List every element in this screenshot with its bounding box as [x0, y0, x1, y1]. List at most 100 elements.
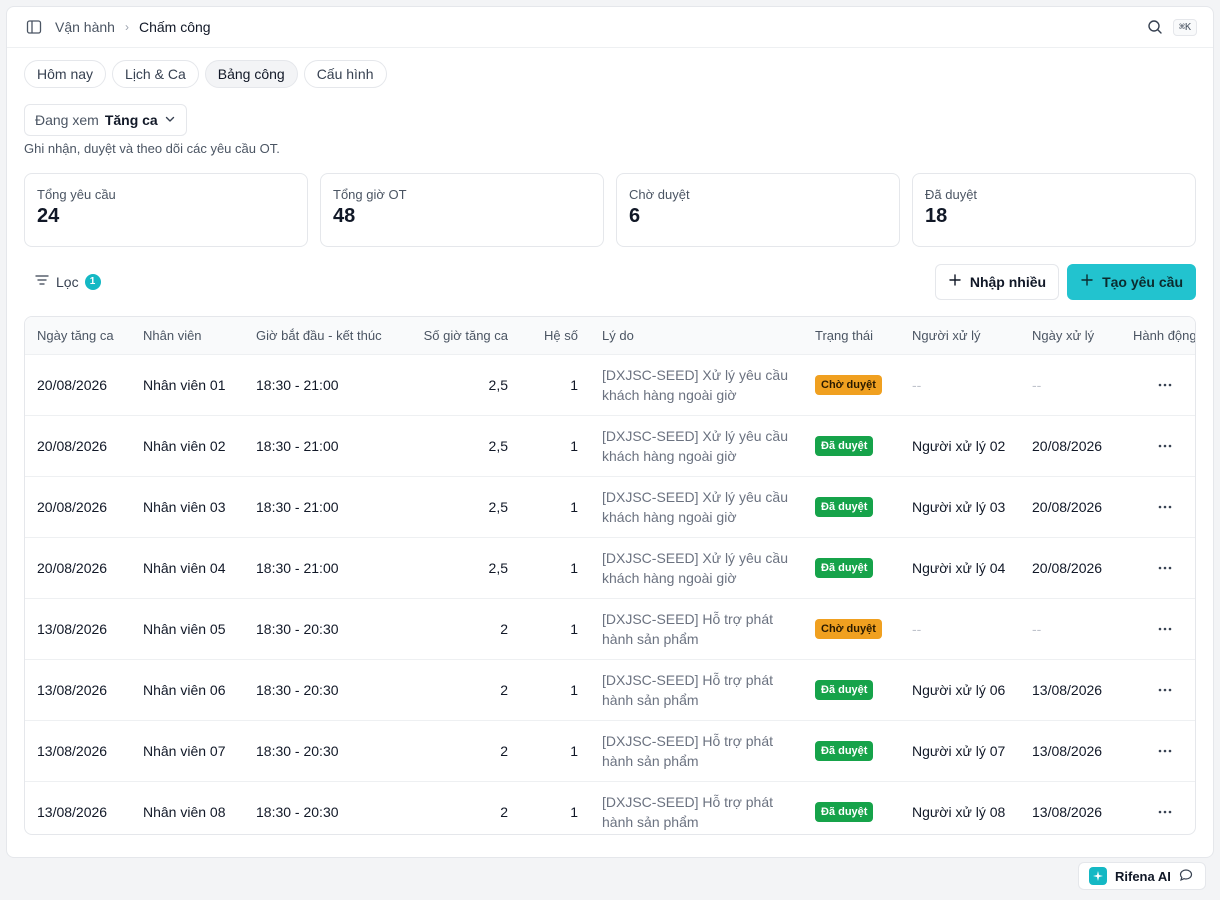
create-request-button[interactable]: Tạo yêu cầu — [1067, 263, 1196, 300]
stat-total-requests: Tổng yêu cầu 24 — [24, 173, 308, 247]
col-time-range[interactable]: Giờ bắt đầu - kết thúc — [244, 317, 402, 355]
col-factor[interactable]: Hệ số — [520, 317, 590, 355]
table-row[interactable]: 13/08/2026 Nhân viên 05 18:30 - 20:30 2 1 [DX… — [25, 598, 1195, 660]
more-horizontal-icon[interactable] — [1155, 680, 1175, 700]
cell-reason: [DXJSC-SEED] Xử lý yêu cầu khách hàng ng… — [590, 354, 803, 416]
more-horizontal-icon[interactable] — [1155, 741, 1175, 761]
more-horizontal-icon[interactable] — [1155, 558, 1175, 578]
table-toolbar: Lọc 1 Nhập nhiều Tạo yêu cầu — [24, 263, 1196, 300]
tab-schedule[interactable]: Lịch & Ca — [112, 60, 199, 88]
cell-status: Chờ duyệt — [803, 354, 900, 416]
import-many-button[interactable]: Nhập nhiều — [934, 263, 1060, 300]
more-horizontal-icon[interactable] — [1155, 436, 1175, 456]
col-status[interactable]: Trạng thái — [803, 317, 900, 355]
cell-ot-hours: 2,5 — [402, 537, 520, 599]
cell-employee: Nhân viên 01 — [131, 354, 244, 416]
cell-reason: [DXJSC-SEED] Xử lý yêu cầu khách hàng ng… — [590, 476, 803, 538]
col-handler[interactable]: Người xử lý — [900, 317, 1020, 355]
table-row[interactable]: 20/08/2026 Nhân viên 03 18:30 - 21:00 2,5 1[… — [25, 476, 1195, 538]
cell-ot-hours: 2 — [402, 598, 520, 660]
filter-label: Lọc — [56, 273, 79, 290]
cell-ot-date: 20/08/2026 — [25, 354, 131, 416]
cell-actions — [1121, 720, 1195, 782]
cell-actions — [1121, 537, 1195, 599]
stat-label: Tổng yêu cầu — [37, 187, 116, 202]
status-badge: Đã duyệt — [815, 801, 874, 822]
cell-actions — [1121, 476, 1195, 538]
cell-factor: 1 — [520, 537, 590, 599]
cell-factor: 1 — [520, 476, 590, 538]
tab-today[interactable]: Hôm nay — [24, 60, 107, 88]
col-reason[interactable]: Lý do — [590, 317, 803, 355]
view-select[interactable]: Đang xem Tăng ca — [24, 104, 187, 136]
stats-row: Tổng yêu cầu 24 Tổng giờ OT 48 Chờ duyệt… — [24, 173, 1196, 247]
cell-reason: [DXJSC-SEED] Xử lý yêu cầu khách hàng ng… — [590, 415, 803, 477]
more-horizontal-icon[interactable] — [1155, 802, 1175, 822]
more-horizontal-icon[interactable] — [1155, 375, 1175, 395]
cell-handled-date: -- — [1020, 354, 1121, 416]
cell-factor: 1 — [520, 659, 590, 721]
cell-handled-date: 13/08/2026 — [1020, 720, 1121, 782]
filter-button[interactable]: Lọc 1 — [24, 272, 101, 291]
cell-status: Đã duyệt — [803, 537, 900, 599]
table-row[interactable]: 20/08/2026 Nhân viên 02 18:30 - 21:00 2,5 1[… — [25, 415, 1195, 477]
cell-time-range: 18:30 - 21:00 — [244, 537, 402, 599]
col-ot-hours[interactable]: Số giờ tăng ca — [402, 317, 520, 355]
table-row[interactable]: 13/08/2026 Nhân viên 07 18:30 - 20:30 2 1 [DX… — [25, 720, 1195, 782]
stat-value: 18 — [925, 205, 948, 227]
status-badge: Chờ duyệt — [815, 374, 882, 395]
col-ot-date[interactable]: Ngày tăng ca — [25, 317, 131, 355]
search-icon[interactable] — [1145, 17, 1165, 37]
cell-ot-date: 13/08/2026 — [25, 598, 131, 660]
cell-ot-date: 20/08/2026 — [25, 476, 131, 538]
cell-handler: Người xử lý 04 — [900, 537, 1020, 599]
status-badge: Đã duyệt — [815, 557, 874, 578]
sparkle-icon — [1089, 867, 1107, 885]
more-horizontal-icon[interactable] — [1155, 619, 1175, 639]
page-subtitle: Ghi nhận, duyệt và theo dõi các yêu cầu … — [24, 141, 280, 156]
more-horizontal-icon[interactable] — [1155, 497, 1175, 517]
plus-icon — [948, 273, 962, 290]
cell-employee: Nhân viên 05 — [131, 598, 244, 660]
col-handled-date[interactable]: Ngày xử lý — [1020, 317, 1121, 355]
cell-handled-date: 20/08/2026 — [1020, 537, 1121, 599]
sidebar-toggle-icon[interactable] — [25, 18, 43, 36]
stat-label: Chờ duyệt — [629, 187, 690, 202]
status-badge: Chờ duyệt — [815, 618, 882, 639]
filter-icon — [34, 272, 50, 291]
cell-actions — [1121, 415, 1195, 477]
table-row[interactable]: 13/08/2026 Nhân viên 08 18:30 - 20:30 2 1 [DX… — [25, 781, 1195, 834]
cell-employee: Nhân viên 07 — [131, 720, 244, 782]
view-select-value: Tăng ca — [104, 112, 158, 128]
tab-config[interactable]: Cấu hình — [303, 60, 387, 88]
table-row[interactable]: 20/08/2026 Nhân viên 04 18:30 - 21:00 2,5 1[… — [25, 537, 1195, 599]
cell-ot-hours: 2,5 — [402, 354, 520, 416]
cell-status: Đã duyệt — [803, 476, 900, 538]
cell-ot-date: 13/08/2026 — [25, 781, 131, 834]
ai-assistant-button[interactable]: Rifena AI — [1078, 862, 1206, 890]
table-row[interactable]: 20/08/2026 Nhân viên 01 18:30 - 21:00 2,5 1[… — [25, 354, 1195, 416]
cell-status: Đã duyệt — [803, 415, 900, 477]
cell-employee: Nhân viên 04 — [131, 537, 244, 599]
cell-factor: 1 — [520, 781, 590, 834]
table-header-row: Ngày tăng ca Nhân viên Giờ bắt đầu - kết… — [25, 317, 1195, 355]
breadcrumb-parent[interactable]: Vận hành — [55, 19, 115, 35]
cell-time-range: 18:30 - 20:30 — [244, 720, 402, 782]
cell-status: Đã duyệt — [803, 781, 900, 834]
cell-employee: Nhân viên 06 — [131, 659, 244, 721]
tab-timesheet[interactable]: Bảng công — [204, 60, 298, 88]
cell-factor: 1 — [520, 354, 590, 416]
cell-time-range: 18:30 - 20:30 — [244, 598, 402, 660]
cell-employee: Nhân viên 08 — [131, 781, 244, 834]
cell-status: Đã duyệt — [803, 720, 900, 782]
table-body: 20/08/2026 Nhân viên 01 18:30 - 21:00 2,5 1[… — [25, 354, 1195, 834]
cell-handler: Người xử lý 07 — [900, 720, 1020, 782]
col-employee[interactable]: Nhân viên — [131, 317, 244, 355]
cell-actions — [1121, 659, 1195, 721]
stat-value: 6 — [629, 205, 641, 227]
col-actions: Hành động — [1121, 317, 1195, 355]
cell-ot-hours: 2,5 — [402, 415, 520, 477]
table-row[interactable]: 13/08/2026 Nhân viên 06 18:30 - 20:30 2 1 [DX… — [25, 659, 1195, 721]
status-badge: Đã duyệt — [815, 496, 874, 517]
overtime-table: Ngày tăng ca Nhân viên Giờ bắt đầu - kết… — [24, 316, 1196, 835]
